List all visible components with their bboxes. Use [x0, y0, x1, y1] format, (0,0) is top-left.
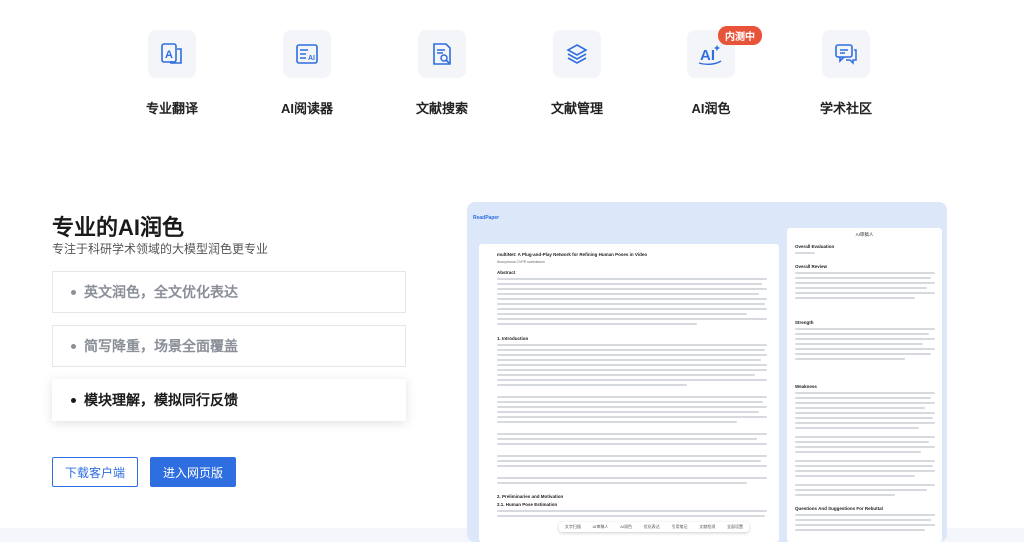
doc-subtitle: Anonymous CVPR submission [497, 260, 545, 264]
download-client-button[interactable]: 下载客户端 [52, 457, 138, 487]
card-label: 简写降重，场景全面覆盖 [84, 338, 238, 354]
panel-section: Strength [795, 320, 814, 325]
feature-label: 学术社区 [819, 101, 872, 116]
toolbar-item[interactable]: 优化表达 [644, 524, 660, 530]
feature-label: AI润色 [691, 101, 731, 116]
feature-community[interactable]: 学术社区 [791, 30, 901, 117]
app-logo: ReadPaper [473, 215, 500, 221]
feature-card-rewrite[interactable]: 简写降重，场景全面覆盖 [52, 325, 406, 367]
feature-label: 文献搜索 [415, 101, 468, 116]
preview-document: multiNet: A Plug-and-Play Network for Re… [479, 244, 779, 542]
open-web-button[interactable]: 进入网页版 [150, 457, 236, 487]
doc-section-pose: 2.1. Human Pose Estimation [497, 502, 558, 507]
panel-section: Overall Review [795, 264, 828, 269]
feature-card-review[interactable]: 模块理解，模拟同行反馈 [52, 379, 406, 421]
chat-icon [822, 30, 870, 78]
toolbar-item[interactable]: AI润色 [620, 524, 632, 530]
doc-section-abstract: Abstract [497, 270, 516, 275]
svg-text:A: A [165, 49, 173, 61]
doc-title: multiNet: A Plug-and-Play Network for Re… [497, 252, 648, 257]
layers-icon [553, 30, 601, 78]
toolbar-item[interactable]: 文字扫描 [565, 524, 581, 530]
selection-toolbar: 文字扫描 AI审稿人 AI润色 优化表达 引用笔记 文献检测 全部设置 [559, 522, 749, 532]
bullet-dot [71, 289, 76, 295]
feature-ai-polish[interactable]: AI 内测中 AI润色 [656, 26, 766, 117]
feature-ai-reader[interactable]: AI AI阅读器 [252, 30, 362, 117]
hero-subtitle: 专注于科研学术领域的大模型润色更专业 [52, 242, 269, 256]
card-label: 模块理解，模拟同行反馈 [84, 392, 238, 408]
toolbar-item[interactable]: 文献检测 [699, 524, 715, 530]
feature-label: AI阅读器 [280, 101, 333, 116]
card-label: 英文润色，全文优化表达 [84, 284, 238, 300]
feature-translate[interactable]: A 专业翻译 [117, 30, 227, 117]
feature-label: 专业翻译 [145, 101, 198, 116]
ai-reviewer-panel: AI审稿人 Overall Evaluation Overall Review … [787, 228, 942, 542]
bullet-dot [71, 343, 76, 349]
panel-section: Questions And Suggestions For Rebuttal [795, 506, 883, 511]
svg-text:AI: AI [308, 55, 315, 62]
beta-badge: 内测中 [718, 26, 762, 45]
bullet-dot [71, 397, 76, 403]
toolbar-item[interactable]: 引用笔记 [672, 524, 688, 530]
panel-title: AI审稿人 [855, 232, 874, 237]
svg-text:AI: AI [700, 47, 715, 64]
feature-card-polish[interactable]: 英文润色，全文优化表达 [52, 271, 406, 313]
ai-reader-icon: AI [283, 30, 331, 78]
toolbar-item[interactable]: AI审稿人 [593, 524, 609, 530]
translate-icon: A [148, 30, 196, 78]
feature-doc-manage[interactable]: 文献管理 [522, 30, 632, 117]
doc-section-prelim: 2. Preliminaries and Motivation [497, 494, 564, 499]
product-preview: ReadPaper multiNet: A Plug-and-Play Netw… [467, 202, 947, 542]
toolbar-item[interactable]: 全部设置 [727, 524, 743, 530]
feature-doc-search[interactable]: 文献搜索 [387, 30, 497, 117]
preview-titlebar: ReadPaper [473, 212, 941, 224]
panel-section: Weakness [795, 384, 817, 389]
feature-label: 文献管理 [550, 101, 603, 116]
doc-section-intro: 1. Introduction [497, 336, 529, 341]
feature-row: A 专业翻译 AI AI阅读器 文献搜索 文献管理 AI 内测中 AI润色 学术… [0, 0, 1024, 150]
panel-section: Overall Evaluation [795, 244, 835, 249]
hero-title: 专业的AI润色 [52, 215, 185, 240]
doc-search-icon [418, 30, 466, 78]
